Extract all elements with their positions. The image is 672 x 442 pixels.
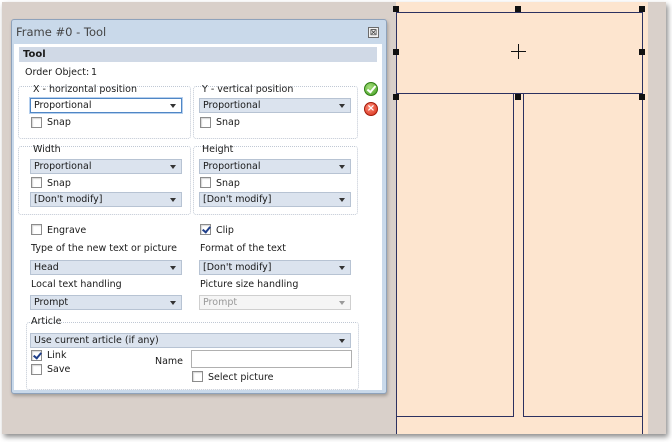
chevron-down-icon [170,198,176,202]
picture-size-select: Prompt [199,295,351,310]
article-label: Article [31,316,62,327]
local-text-value: Prompt [34,297,69,308]
y-position-select[interactable]: Proportional [199,98,351,113]
frame-border [396,12,642,13]
resize-handle[interactable] [639,94,645,100]
height-modify-select[interactable]: [Don't modify] [199,192,351,207]
chevron-down-icon [339,266,345,270]
dialog-title: Frame #0 - Tool [16,25,107,39]
x-position-select[interactable]: Proportional [30,98,182,113]
name-input[interactable] [191,350,352,368]
width-snap-label: Snap [47,178,71,189]
order-object-label: Order Object: [25,67,90,78]
article-value: Use current article (if any) [34,335,159,346]
text-format-label: Format of the text [200,243,287,254]
dialog-titlebar[interactable]: Frame #0 - Tool ⊠ [12,20,386,44]
text-format-value: [Don't modify] [203,262,272,273]
height-snap-label: Snap [216,178,240,189]
y-snap-label: Snap [216,117,240,128]
width-modify-value: [Don't modify] [34,194,103,205]
clip-label: Clip [216,225,234,236]
y-snap-checkbox[interactable] [200,117,211,128]
picture-size-label: Picture size handling [200,279,299,290]
frame-divider [523,93,524,417]
chevron-down-icon [170,266,176,270]
chevron-down-icon [339,339,345,343]
width-value: Proportional [34,161,92,172]
x-position-label: X - horizontal position [33,84,138,95]
new-text-type-value: Head [34,262,59,273]
crosshair-cursor-icon [511,44,526,59]
picture-size-value: Prompt [203,297,238,308]
frame-divider [396,416,514,417]
ok-button[interactable] [364,82,378,96]
chevron-down-icon [339,198,345,202]
height-snap-checkbox[interactable] [200,177,211,188]
chevron-down-icon [170,104,176,108]
frame-border [642,12,643,434]
new-text-type-label: Type of the new text or picture [31,243,177,254]
chevron-down-icon [339,301,345,305]
local-text-select[interactable]: Prompt [30,295,182,310]
section-header: Tool [19,47,377,62]
layout-canvas[interactable] [393,2,648,434]
engrave-label: Engrave [47,225,87,236]
name-label: Name [155,356,184,367]
link-checkbox[interactable] [31,350,42,361]
article-select[interactable]: Use current article (if any) [30,333,351,348]
height-value: Proportional [203,161,261,172]
order-object-value: 1 [91,67,98,78]
x-position-value: Proportional [34,100,92,111]
cancel-button[interactable]: × [364,102,378,116]
resize-handle[interactable] [393,49,399,55]
frame-divider [513,93,514,417]
engrave-checkbox[interactable] [31,224,42,235]
select-picture-label: Select picture [208,372,274,383]
local-text-label: Local text handling [31,279,122,290]
chevron-down-icon [170,165,176,169]
close-button[interactable]: ⊠ [368,27,379,38]
frame-tool-dialog: Frame #0 - Tool ⊠ Tool Order Object: 1 X… [11,19,387,394]
resize-handle[interactable] [639,49,645,55]
resize-handle[interactable] [515,6,521,12]
resize-handle[interactable] [393,94,399,100]
resize-handle[interactable] [639,6,645,12]
chevron-down-icon [339,165,345,169]
chevron-down-icon [339,104,345,108]
y-position-label: Y - vertical position [202,84,294,95]
resize-handle[interactable] [515,94,521,100]
frame-divider [523,416,642,417]
select-picture-checkbox[interactable] [192,371,203,382]
x-snap-label: Snap [47,117,71,128]
workspace: Frame #0 - Tool ⊠ Tool Order Object: 1 X… [2,2,666,434]
resize-handle[interactable] [393,6,399,12]
text-format-select[interactable]: [Don't modify] [199,260,351,275]
width-label: Width [33,144,61,155]
clip-checkbox[interactable] [200,224,211,235]
save-label: Save [47,364,71,375]
x-snap-checkbox[interactable] [31,117,42,128]
new-text-type-select[interactable]: Head [30,260,182,275]
width-modify-select[interactable]: [Don't modify] [30,192,182,207]
height-label: Height [202,144,234,155]
link-label: Link [47,350,67,361]
width-snap-checkbox[interactable] [31,177,42,188]
save-checkbox[interactable] [31,364,42,375]
height-select[interactable]: Proportional [199,159,351,174]
width-select[interactable]: Proportional [30,159,182,174]
chevron-down-icon [170,301,176,305]
y-position-value: Proportional [203,100,261,111]
frame-border [396,12,397,434]
height-modify-value: [Don't modify] [203,194,272,205]
